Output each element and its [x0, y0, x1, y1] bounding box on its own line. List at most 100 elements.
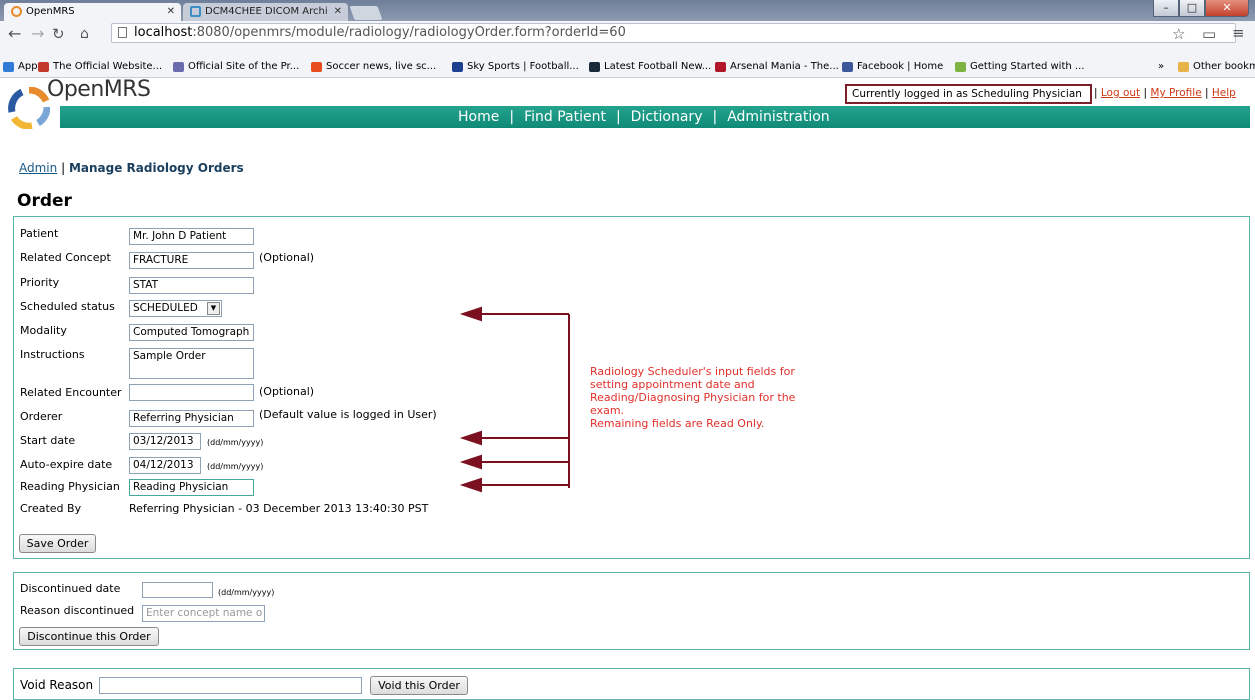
- tab-openmrs[interactable]: OpenMRS ✕: [4, 3, 181, 21]
- close-tab-icon[interactable]: ✕: [334, 3, 342, 21]
- chevron-down-icon: ▼: [207, 302, 220, 315]
- auto-expire-date-input[interactable]: 04/12/2013: [129, 457, 201, 474]
- my-profile-link[interactable]: My Profile: [1150, 87, 1201, 99]
- reason-discontinued-label: Reason discontinued: [20, 604, 135, 617]
- leaf-icon: [955, 62, 966, 72]
- orderer-field: Referring Physician: [129, 410, 254, 427]
- annotation-line: Radiology Scheduler's input fields for: [590, 365, 795, 378]
- bookmark-item[interactable]: The Official Website...: [38, 57, 162, 77]
- browser-toolbar: ← → ↻ ⌂ localhost:8080/openmrs/module/ra…: [0, 21, 1255, 57]
- start-date-input[interactable]: 03/12/2013: [129, 433, 201, 450]
- discontinue-order-button[interactable]: Discontinue this Order: [19, 627, 159, 646]
- url-path: :8080/openmrs/module/radiology/radiology…: [192, 25, 626, 40]
- bookmark-item[interactable]: Official Site of the Pr...: [173, 57, 299, 77]
- address-bar[interactable]: localhost:8080/openmrs/module/radiology/…: [111, 23, 1236, 43]
- void-reason-input[interactable]: [99, 677, 362, 694]
- scheduled-status-select: SCHEDULED ▼: [129, 300, 222, 317]
- annotation-line: setting appointment date and: [590, 378, 755, 391]
- main-nav: Home | Find Patient | Dictionary | Administrat…: [60, 106, 1250, 128]
- site-icon: [589, 62, 600, 72]
- void-reason-label: Void Reason: [20, 678, 94, 692]
- bookmark-apps[interactable]: Apps: [3, 57, 43, 77]
- bookmark-item[interactable]: Sky Sports | Football...: [452, 57, 579, 77]
- date-format-hint: (dd/mm/yyyy): [207, 438, 264, 447]
- nav-administration[interactable]: Administration: [727, 109, 829, 125]
- maximize-icon[interactable]: □: [1179, 0, 1205, 17]
- save-order-button[interactable]: Save Order: [19, 534, 96, 553]
- logo-text[interactable]: OpenMRS: [47, 77, 151, 102]
- close-tab-icon[interactable]: ✕: [167, 3, 175, 21]
- back-arrow-icon[interactable]: ←: [8, 24, 21, 44]
- other-bookmarks[interactable]: Other bookmarks: [1178, 57, 1255, 77]
- window-close-icon[interactable]: ✕: [1205, 0, 1249, 17]
- reading-physician-label: Reading Physician: [20, 480, 120, 493]
- help-link[interactable]: Help: [1212, 87, 1236, 99]
- new-tab-button[interactable]: [349, 6, 383, 20]
- breadcrumb-admin-link[interactable]: Admin: [19, 161, 57, 175]
- priority-field: STAT: [129, 277, 254, 294]
- login-status: Currently logged in as Scheduling Physic…: [845, 84, 1092, 104]
- tab-dcm4chee[interactable]: DCM4CHEE DICOM Archi ✕: [183, 3, 348, 21]
- tab-label: OpenMRS: [26, 6, 75, 17]
- instructions-textarea: Sample Order: [129, 348, 254, 379]
- openmrs-favicon-icon: [11, 6, 22, 17]
- tab-label: DCM4CHEE DICOM Archi: [205, 6, 328, 17]
- facebook-icon: [842, 62, 853, 72]
- annotation-line: Remaining fields are Read Only.: [590, 417, 765, 430]
- bookmark-item[interactable]: Getting Started with ...: [955, 57, 1084, 77]
- modality-field: Computed Tomograph: [129, 324, 254, 341]
- breadcrumb-current: Manage Radiology Orders: [68, 161, 244, 175]
- openmrs-logo-icon[interactable]: [8, 87, 50, 129]
- user-links: | Log out | My Profile | Help: [1094, 87, 1236, 99]
- bookmark-item[interactable]: Facebook | Home: [842, 57, 943, 77]
- star-bookmark-icon[interactable]: ☆: [1172, 25, 1185, 43]
- site-icon: [311, 62, 322, 72]
- shield-icon: [38, 62, 49, 72]
- nav-find-patient[interactable]: Find Patient: [524, 109, 606, 125]
- related-encounter-field: [129, 384, 254, 401]
- dcm4chee-favicon-icon: [190, 6, 201, 17]
- reading-physician-input[interactable]: Reading Physician: [129, 479, 254, 496]
- date-format-hint: (dd/mm/yyyy): [218, 588, 275, 597]
- priority-label: Priority: [20, 276, 60, 289]
- browser-tab-strip: OpenMRS ✕ DCM4CHEE DICOM Archi ✕ – □ ✕: [0, 0, 1255, 21]
- home-icon[interactable]: ⌂: [80, 24, 89, 44]
- nav-home[interactable]: Home: [458, 109, 499, 125]
- logout-link[interactable]: Log out: [1101, 87, 1140, 99]
- auto-expire-date-label: Auto-expire date: [20, 458, 113, 471]
- modality-label: Modality: [20, 324, 67, 337]
- menu-icon[interactable]: ≡: [1232, 24, 1245, 42]
- site-icon: [715, 62, 726, 72]
- folder-icon: [1178, 62, 1189, 72]
- scheduled-status-label: Scheduled status: [20, 300, 115, 313]
- optional-note: (Optional): [259, 251, 315, 264]
- bookmarks-overflow-button[interactable]: »: [1158, 57, 1164, 77]
- date-format-hint: (dd/mm/yyyy): [207, 462, 264, 471]
- page-icon: [118, 27, 127, 38]
- orderer-default-note: (Default value is logged in User): [259, 408, 437, 421]
- bookmark-item[interactable]: Arsenal Mania - The...: [715, 57, 839, 77]
- url-host: localhost: [134, 25, 193, 40]
- created-by-value: Referring Physician - 03 December 2013 1…: [129, 502, 429, 515]
- page-title: Order: [17, 191, 72, 211]
- bookmark-item[interactable]: Soccer news, live sc...: [311, 57, 436, 77]
- related-encounter-label: Related Encounter: [20, 386, 122, 399]
- forward-arrow-icon[interactable]: →: [31, 24, 44, 44]
- reload-icon[interactable]: ↻: [52, 24, 65, 44]
- annotation-line: Reading/Diagnosing Physician for the: [590, 391, 796, 404]
- minimize-icon[interactable]: –: [1153, 0, 1179, 17]
- window-controls: – □ ✕: [1153, 0, 1249, 18]
- discontinued-date-input[interactable]: [142, 582, 213, 598]
- discontinued-date-label: Discontinued date: [20, 582, 121, 595]
- bookmark-item[interactable]: Latest Football New...: [589, 57, 711, 77]
- orderer-label: Orderer: [20, 410, 63, 423]
- apps-grid-icon: [3, 62, 14, 72]
- bookmarks-bar: Apps The Official Website... Official Si…: [0, 57, 1255, 78]
- site-icon: [173, 62, 184, 72]
- nav-dictionary[interactable]: Dictionary: [631, 109, 703, 125]
- cast-icon[interactable]: ▭: [1202, 25, 1216, 43]
- patient-field: Mr. John D Patient: [129, 228, 254, 245]
- reason-discontinued-input[interactable]: Enter concept name o: [142, 605, 265, 622]
- void-order-button[interactable]: Void this Order: [370, 676, 468, 695]
- annotation-line: exam.: [590, 404, 625, 417]
